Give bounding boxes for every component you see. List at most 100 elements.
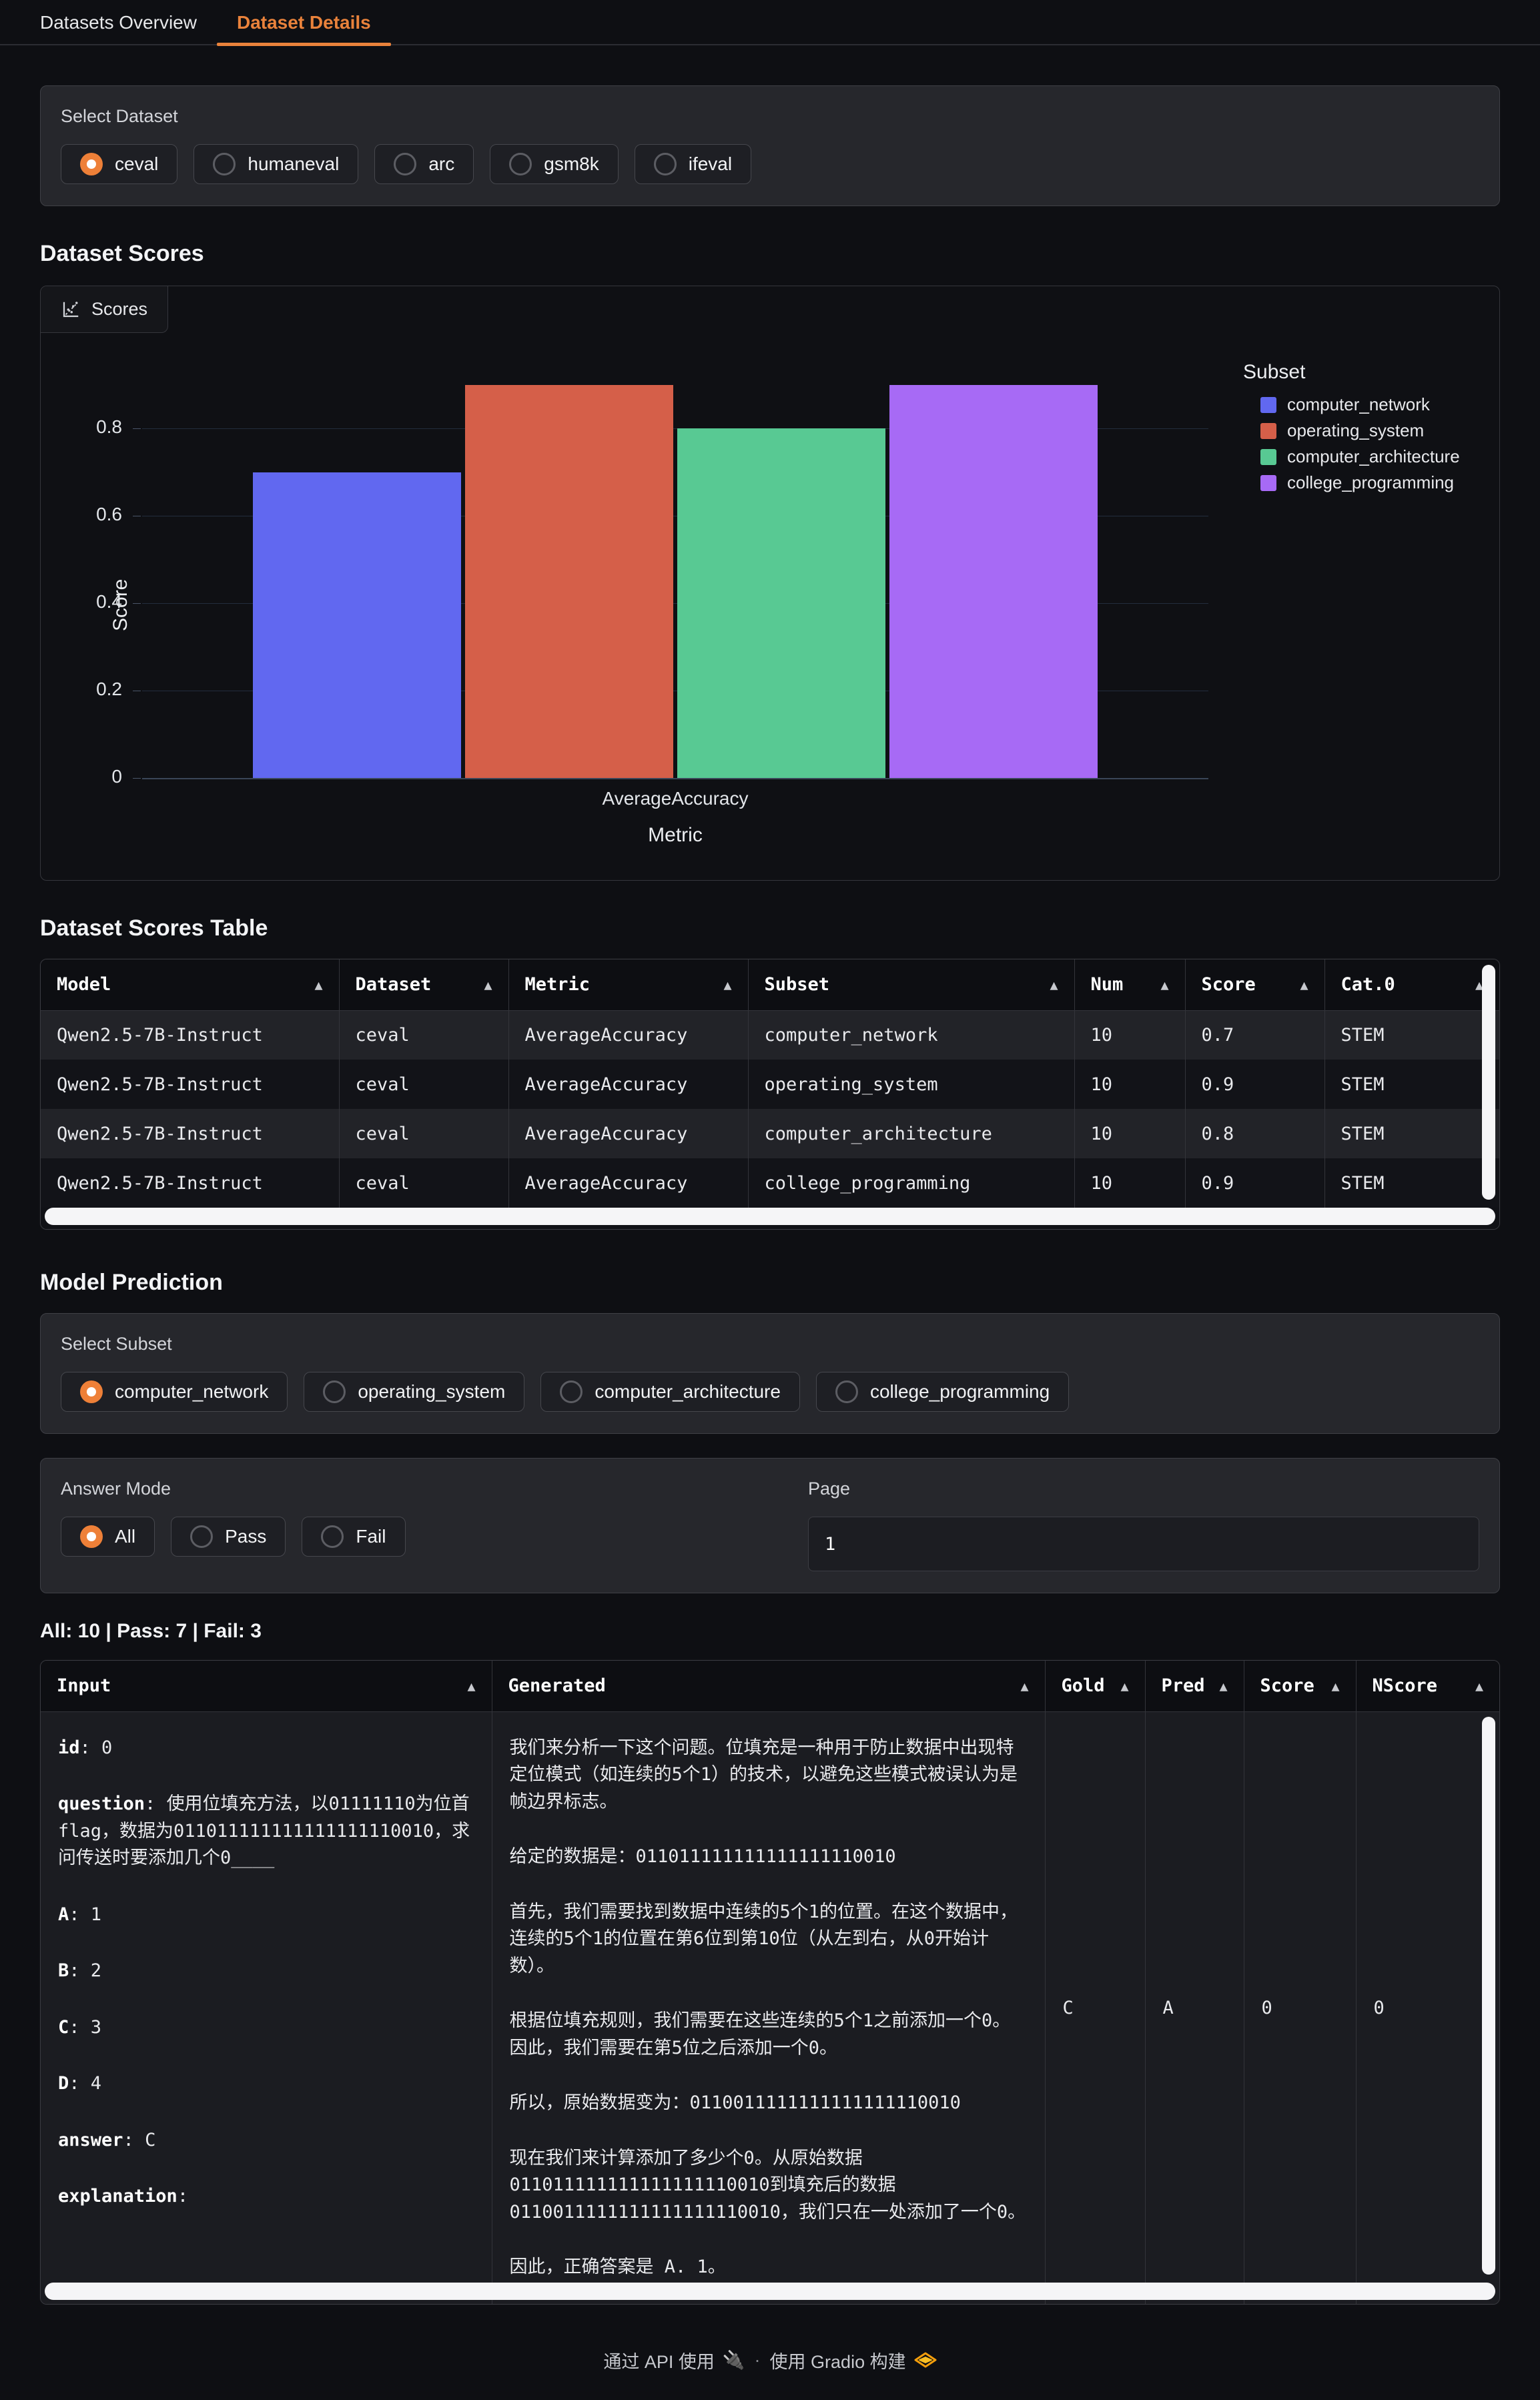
legend-item-operating_system: operating_system — [1260, 420, 1460, 441]
plug-icon: 🔌 — [723, 2349, 745, 2371]
col-label: Cat.0 — [1341, 974, 1395, 995]
dataset-option-gsm8k[interactable]: gsm8k — [490, 144, 618, 184]
answer-mode-option-label: All — [115, 1526, 135, 1547]
legend-title: Subset — [1243, 361, 1460, 384]
col-header-score[interactable]: Score▲ — [1244, 1661, 1356, 1711]
col-header-dataset[interactable]: Dataset▲ — [339, 959, 508, 1010]
radio-unselected-icon — [560, 1380, 583, 1403]
col-header-metric[interactable]: Metric▲ — [508, 959, 748, 1010]
select-dataset-card: Select Dataset ceval humaneval arc gsm8k… — [40, 85, 1500, 206]
col-header-generated[interactable]: Generated▲ — [492, 1661, 1045, 1711]
col-header-subset[interactable]: Subset▲ — [748, 959, 1074, 1010]
legend-item-college_programming: college_programming — [1260, 472, 1460, 493]
sort-asc-icon: ▲ — [723, 977, 731, 993]
col-label: Score — [1260, 1675, 1314, 1696]
dataset-option-humaneval[interactable]: humaneval — [194, 144, 358, 184]
sort-asc-icon: ▲ — [1020, 1678, 1028, 1694]
cell-subset: operating_system — [748, 1060, 1074, 1109]
dataset-scores-table-heading: Dataset Scores Table — [40, 915, 1500, 941]
col-label: Input — [57, 1675, 111, 1696]
answer-mode-option-all[interactable]: All — [61, 1517, 155, 1557]
horizontal-scrollbar[interactable] — [45, 2283, 1495, 2300]
select-dataset-label: Select Dataset — [61, 106, 1479, 127]
cell-cat0: STEM — [1324, 1060, 1499, 1109]
cell-metric: AverageAccuracy — [508, 1060, 748, 1109]
col-header-gold[interactable]: Gold▲ — [1045, 1661, 1145, 1711]
table-row: Qwen2.5-7B-Instruct ceval AverageAccurac… — [41, 1010, 1499, 1060]
input-kv-question: question: 使用位填充方法，以01111110为位首flag，数据为01… — [58, 1791, 474, 1872]
radio-selected-icon — [80, 1380, 103, 1403]
generated-paragraph: 所以，原始数据变为：0110011111111111111110010 — [510, 2090, 1028, 2117]
cell-model: Qwen2.5-7B-Instruct — [41, 1158, 339, 1208]
input-kv-a: A: 1 — [58, 1902, 474, 1929]
x-axis-title: Metric — [142, 824, 1208, 847]
radio-unselected-icon — [190, 1525, 213, 1548]
subset-option-operating-system[interactable]: operating_system — [304, 1372, 524, 1412]
vertical-scrollbar[interactable] — [1482, 1717, 1495, 2275]
page-input[interactable] — [808, 1517, 1479, 1571]
legend-label: computer_architecture — [1287, 446, 1460, 467]
bar-college_programming — [889, 385, 1098, 779]
col-header-nscore[interactable]: NScore▲ — [1356, 1661, 1499, 1711]
cell-num: 10 — [1074, 1158, 1185, 1208]
chart-body: Score AverageAccuracy Metric Subset comp… — [41, 286, 1499, 880]
answer-mode-option-label: Fail — [356, 1526, 386, 1547]
subset-option-label: computer_architecture — [595, 1381, 781, 1403]
col-header-num[interactable]: Num▲ — [1074, 959, 1185, 1010]
col-header-score[interactable]: Score▲ — [1185, 959, 1324, 1010]
col-header-cat0[interactable]: Cat.0▲ — [1324, 959, 1499, 1010]
answer-mode-option-pass[interactable]: Pass — [171, 1517, 286, 1557]
tab-dataset-details[interactable]: Dataset Details — [217, 3, 391, 44]
gradio-logo-icon — [914, 2352, 937, 2368]
dataset-option-arc[interactable]: arc — [374, 144, 474, 184]
legend-label: operating_system — [1287, 420, 1424, 441]
dataset-option-label: gsm8k — [544, 153, 599, 175]
horizontal-scrollbar[interactable] — [45, 1208, 1495, 1225]
subset-option-label: college_programming — [870, 1381, 1050, 1403]
page-group: Page — [808, 1479, 1479, 1571]
generated-paragraph: 我们来分析一下这个问题。位填充是一种用于防止数据中出现特定位模式（如连续的5个1… — [510, 1735, 1028, 1816]
subset-option-computer-network[interactable]: computer_network — [61, 1372, 288, 1412]
vertical-scrollbar[interactable] — [1482, 965, 1495, 1200]
y-tick-label: 0.2 — [42, 679, 122, 700]
col-header-input[interactable]: Input▲ — [41, 1661, 492, 1711]
tab-datasets-overview[interactable]: Datasets Overview — [20, 3, 217, 44]
col-label: NScore — [1373, 1675, 1438, 1696]
col-header-pred[interactable]: Pred▲ — [1145, 1661, 1244, 1711]
table-row: Qwen2.5-7B-Instruct ceval AverageAccurac… — [41, 1060, 1499, 1109]
cell-dataset: ceval — [339, 1109, 508, 1158]
legend-items: computer_networkoperating_systemcomputer… — [1243, 394, 1460, 493]
use-via-api-link[interactable]: 通过 API 使用 🔌 — [603, 2347, 745, 2373]
dataset-scores-heading: Dataset Scores — [40, 241, 1500, 267]
cell-dataset: ceval — [339, 1010, 508, 1060]
sort-asc-icon: ▲ — [314, 977, 322, 993]
built-with-gradio-link[interactable]: 使用 Gradio 构建 — [770, 2347, 937, 2373]
cell-num: 10 — [1074, 1109, 1185, 1158]
input-kv-id: id: 0 — [58, 1735, 474, 1762]
subset-option-computer-architecture[interactable]: computer_architecture — [540, 1372, 800, 1412]
input-kv-explanation: explanation: — [58, 2183, 474, 2211]
x-tick-label: AverageAccuracy — [142, 788, 1208, 809]
bar-operating_system — [465, 385, 673, 779]
col-label: Subset — [765, 974, 830, 995]
cell-metric: AverageAccuracy — [508, 1010, 748, 1060]
y-tick-label: 0.4 — [42, 591, 122, 613]
dataset-option-ceval[interactable]: ceval — [61, 144, 177, 184]
answer-mode-option-fail[interactable]: Fail — [302, 1517, 405, 1557]
col-header-model[interactable]: Model▲ — [41, 959, 339, 1010]
cell-gold: C — [1045, 1711, 1145, 2304]
dataset-scores-table: Model▲ Dataset▲ Metric▲ Subset▲ Num▲ Sco… — [40, 959, 1500, 1230]
cell-num: 10 — [1074, 1010, 1185, 1060]
cell-generated: 我们来分析一下这个问题。位填充是一种用于防止数据中出现特定位模式（如连续的5个1… — [492, 1711, 1045, 2304]
answer-mode-group: Answer Mode All Pass Fail — [61, 1479, 768, 1571]
chart-legend: Subset computer_networkoperating_systemc… — [1243, 361, 1460, 498]
subset-option-college-programming[interactable]: college_programming — [816, 1372, 1069, 1412]
dataset-option-ifeval[interactable]: ifeval — [635, 144, 751, 184]
radio-unselected-icon — [321, 1525, 344, 1548]
cell-model: Qwen2.5-7B-Instruct — [41, 1109, 339, 1158]
cell-score: 0.8 — [1185, 1109, 1324, 1158]
y-tick-label: 0 — [42, 766, 122, 787]
cell-cat0: STEM — [1324, 1109, 1499, 1158]
dataset-option-label: ifeval — [689, 153, 732, 175]
legend-swatch-icon — [1260, 397, 1276, 413]
